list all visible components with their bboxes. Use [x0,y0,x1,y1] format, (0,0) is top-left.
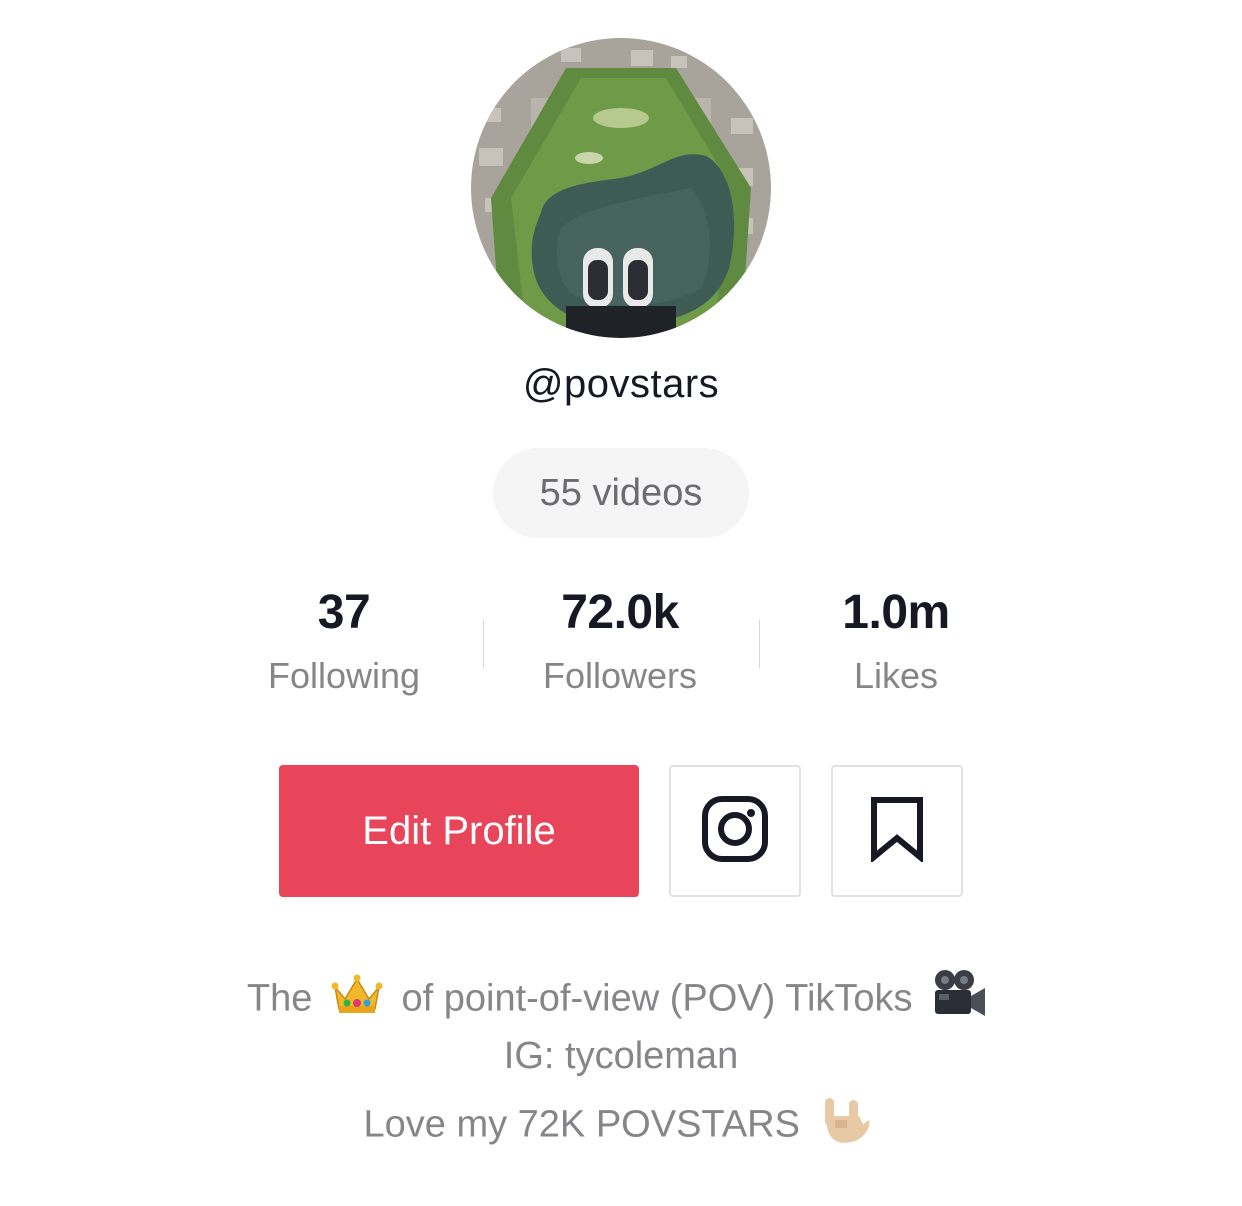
movie-camera-emoji-icon [931,968,987,1033]
bio-line-2: IG: tycoleman [0,1031,1242,1081]
bookmark-button[interactable] [831,765,963,897]
stat-label: Likes [853,655,939,696]
bio-text: IG: tycoleman [503,1035,739,1077]
videos-count-pill[interactable]: 55 videos [493,448,749,538]
bookmark-icon [870,796,924,867]
bio-text: The [246,977,313,1020]
stat-following[interactable]: 37 Following [214,584,474,698]
stat-value: 72.0k [561,586,679,639]
stat-divider [483,620,484,668]
bio-text: of point-of-view (POV) TikToks [401,977,913,1020]
stat-likes[interactable]: 1.0m Likes [766,584,1026,698]
crown-emoji-icon [331,973,383,1028]
stat-divider [759,620,760,668]
edit-profile-label: Edit Profile [362,808,556,853]
instagram-button[interactable] [669,765,801,897]
bio-line-3: Love my 72K POVSTARS [0,1094,1242,1159]
stat-label: Followers [542,655,698,696]
love-you-gesture-emoji-icon [819,1094,871,1159]
stat-value: 37 [317,586,371,639]
videos-count-label: 55 videos [539,471,703,514]
stat-value: 1.0m [842,586,950,639]
bio-text: Love my 72K POVSTARS [363,1103,800,1146]
instagram-icon [702,795,768,867]
stat-label: Following [267,655,421,696]
stat-followers[interactable]: 72.0k Followers [490,584,750,698]
edit-profile-button[interactable]: Edit Profile [279,765,639,897]
username: @povstars [522,362,720,406]
profile-avatar[interactable] [471,38,771,338]
bio-line-1: The of point-of-view (POV) TikToks [0,968,1242,1033]
